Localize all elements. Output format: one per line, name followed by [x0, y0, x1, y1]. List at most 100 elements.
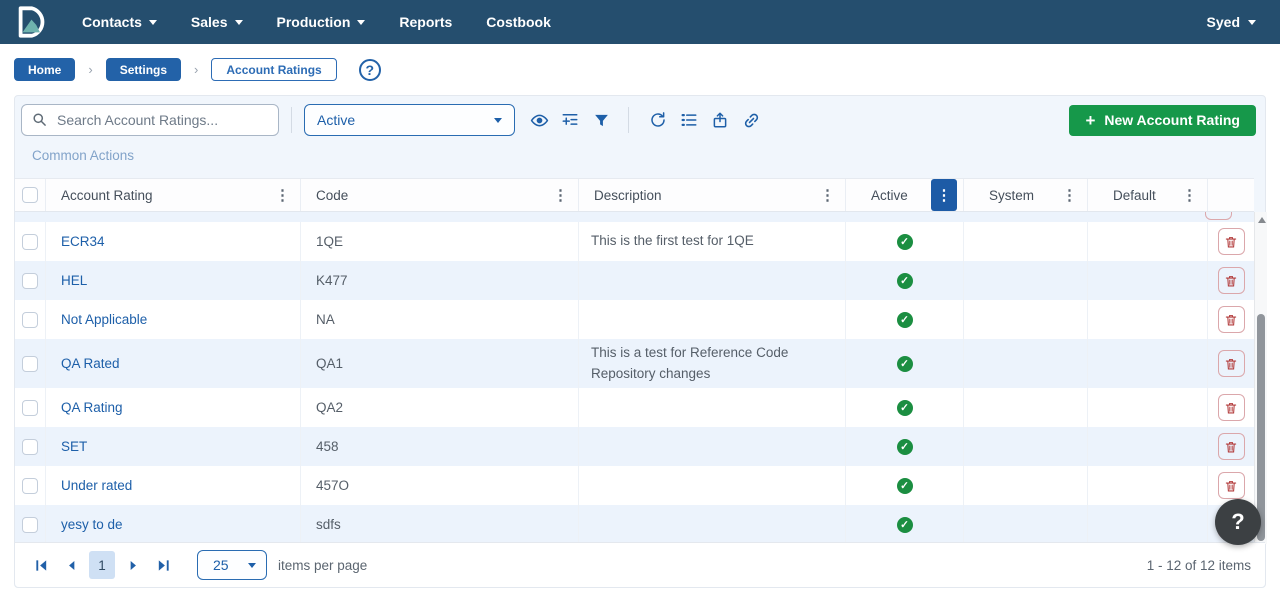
scrollbar-thumb[interactable] [1257, 314, 1265, 541]
view-icon-group [524, 105, 616, 135]
account-rating-link[interactable]: Under rated [61, 478, 132, 493]
header-account-rating[interactable]: Account Rating ⋮ [46, 179, 301, 211]
account-rating-link[interactable]: SET [61, 439, 87, 454]
account-rating-cell: Not Applicable [46, 300, 301, 339]
column-menu-icon[interactable]: ⋮ [553, 188, 568, 203]
previous-page-button[interactable] [59, 553, 83, 577]
row-checkbox[interactable] [22, 273, 38, 289]
header-select-all-cell [15, 179, 46, 211]
code-cell: sdfs [301, 505, 579, 544]
table-row: SET 458 [15, 427, 1254, 466]
row-checkbox[interactable] [22, 356, 38, 372]
delete-button[interactable] [1218, 306, 1245, 333]
breadcrumb-home[interactable]: Home [14, 58, 75, 81]
description-cell [579, 505, 846, 544]
menu-production[interactable]: Production [277, 14, 366, 30]
table-row: yesy to de sdfs [15, 505, 1254, 544]
delete-button[interactable] [1218, 433, 1245, 460]
common-actions-link[interactable]: Common Actions [32, 148, 134, 163]
status-filter-value: Active [317, 112, 355, 128]
row-checkbox[interactable] [22, 234, 38, 250]
active-check-icon [897, 478, 913, 494]
account-rating-link[interactable]: yesy to de [61, 517, 123, 532]
code-cell: 1QE [301, 222, 579, 261]
row-checkbox[interactable] [22, 439, 38, 455]
actions-cell [1208, 339, 1254, 388]
last-page-button[interactable] [151, 553, 175, 577]
header-active[interactable]: Active ⋮ [846, 179, 964, 211]
table-row: Not Applicable NA [15, 300, 1254, 339]
header-system[interactable]: System⋮ [964, 179, 1088, 211]
row-checkbox[interactable] [22, 400, 38, 416]
actions-cell [1208, 388, 1254, 427]
breadcrumb-settings[interactable]: Settings [106, 58, 181, 81]
search-input[interactable] [21, 104, 279, 136]
delete-button[interactable] [1218, 350, 1245, 377]
header-default[interactable]: Default⋮ [1088, 179, 1208, 211]
visibility-eye-icon[interactable] [524, 105, 554, 135]
column-label: Active [871, 188, 908, 203]
description-cell [579, 388, 846, 427]
account-rating-link[interactable]: HEL [61, 273, 87, 288]
delete-button[interactable] [1218, 472, 1245, 499]
menu-reports[interactable]: Reports [399, 14, 452, 30]
list-view-icon[interactable] [674, 105, 704, 135]
row-checkbox[interactable] [22, 517, 38, 533]
delete-button[interactable] [1205, 212, 1232, 220]
header-description[interactable]: Description⋮ [579, 179, 846, 211]
page-size-select[interactable]: 25 [197, 550, 267, 580]
chevron-down-icon [494, 118, 502, 123]
help-fab-button[interactable]: ? [1215, 499, 1261, 545]
system-cell [964, 261, 1088, 300]
menu-costbook[interactable]: Costbook [486, 14, 551, 30]
delete-button[interactable] [1218, 267, 1245, 294]
status-filter-select[interactable]: Active [304, 104, 515, 136]
column-menu-icon[interactable]: ⋮ [1062, 188, 1077, 203]
menu-contacts[interactable]: Contacts [82, 14, 157, 30]
copy-link-icon[interactable] [736, 105, 766, 135]
breadcrumb-account-ratings[interactable]: Account Ratings [211, 58, 336, 81]
description-cell: This is a test for Reference Code Reposi… [579, 339, 846, 388]
page-help-icon[interactable]: ? [359, 59, 381, 81]
row-select-cell [15, 222, 46, 261]
active-cell [846, 222, 964, 261]
account-rating-link[interactable]: QA Rated [61, 356, 120, 371]
next-page-button[interactable] [121, 553, 145, 577]
first-page-button[interactable] [29, 553, 53, 577]
column-label: Account Rating [61, 188, 153, 203]
system-cell [964, 427, 1088, 466]
column-menu-icon[interactable]: ⋮ [1182, 188, 1197, 203]
vertical-scrollbar[interactable] [1254, 212, 1267, 544]
active-check-icon [897, 273, 913, 289]
select-all-checkbox[interactable] [22, 187, 38, 203]
row-checkbox[interactable] [22, 312, 38, 328]
add-row-icon[interactable] [555, 105, 585, 135]
account-rating-link[interactable]: ECR34 [61, 234, 105, 249]
export-icon[interactable] [705, 105, 735, 135]
column-menu-active-icon[interactable]: ⋮ [931, 179, 957, 211]
row-select-cell [15, 339, 46, 388]
table-header-row: Account Rating ⋮ Code⋮ Description⋮ Activ… [15, 178, 1254, 212]
account-ratings-panel: Active [14, 95, 1266, 588]
filter-funnel-icon[interactable] [586, 105, 616, 135]
table-row: Under rated 457O [15, 466, 1254, 505]
account-rating-link[interactable]: Not Applicable [61, 312, 147, 327]
refresh-icon[interactable] [643, 105, 673, 135]
column-menu-icon[interactable]: ⋮ [820, 188, 835, 203]
column-menu-icon[interactable]: ⋮ [275, 188, 290, 203]
items-range-label: 1 - 12 of 12 items [1147, 558, 1251, 573]
menu-sales[interactable]: Sales [191, 14, 243, 30]
current-page-button[interactable]: 1 [89, 551, 115, 579]
row-select-cell [15, 300, 46, 339]
row-checkbox[interactable] [22, 478, 38, 494]
new-account-rating-button[interactable]: + New Account Rating [1069, 105, 1256, 136]
account-rating-link[interactable]: QA Rating [61, 400, 123, 415]
top-navigation-bar: Contacts Sales Production Reports Costbo… [0, 0, 1280, 44]
default-cell [1088, 300, 1208, 339]
delete-button[interactable] [1218, 228, 1245, 255]
user-menu[interactable]: Syed [1207, 14, 1256, 30]
brand-logo-icon[interactable] [14, 5, 48, 39]
header-code[interactable]: Code⋮ [301, 179, 579, 211]
scroll-up-icon[interactable] [1258, 217, 1266, 223]
delete-button[interactable] [1218, 394, 1245, 421]
